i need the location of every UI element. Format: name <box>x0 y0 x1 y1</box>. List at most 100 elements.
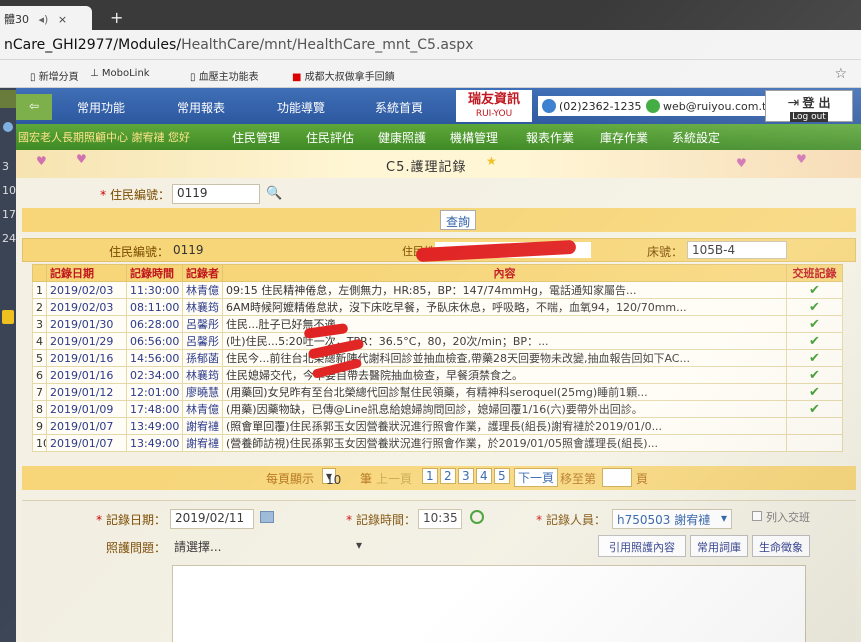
page-banner: ♥ ♥ C5.護理記錄 ★ ♥ ♥ <box>16 150 861 178</box>
back-arrow-icon[interactable]: ⇦ <box>16 94 52 120</box>
nav-home[interactable]: 系統首頁 <box>354 94 444 120</box>
header-time[interactable]: 記錄時間 <box>126 264 183 282</box>
bookmark-star-icon[interactable]: ☆ <box>834 66 847 82</box>
search-icon[interactable]: 🔍 <box>266 186 282 201</box>
page-icon: ▯ <box>30 72 39 83</box>
info-bed-label: 床號： <box>646 245 683 259</box>
per-page-unit: 筆 <box>360 472 373 486</box>
url-text[interactable]: nCare_GHI2977/Modules/HealthCare/mnt/Hea… <box>4 37 473 53</box>
menu-system-settings[interactable]: 系統設定 <box>672 129 720 146</box>
row-content[interactable]: (用藥回)女兒昨有至台北榮總代回診幫住民領藥，有精神科seroquel(25mg… <box>222 383 787 401</box>
nursing-records-table: 記錄日期 記錄時間 記錄者 內容 交班記錄 1 2019/02/03 11:30:0… <box>32 264 843 452</box>
table-row[interactable]: 2 2019/02/03 08:11:00 林襄筠 6AM時候阿嬤精倦怠狀，沒下床吃早餐… <box>32 298 843 316</box>
header-handover[interactable]: 交班記錄 <box>786 264 843 282</box>
menu-health-care[interactable]: 健康照護 <box>378 129 426 146</box>
nav-common-reports[interactable]: 常用報表 <box>156 94 246 120</box>
menu-reports[interactable]: 報表作業 <box>526 129 574 146</box>
goto-page-input[interactable] <box>602 468 632 487</box>
query-button[interactable]: 查詢 <box>440 210 476 230</box>
row-content[interactable]: 6AM時候阿嬤精倦怠狀，沒下床吃早餐，予臥床休息，呼吸略，不喘，血氧94，120… <box>222 298 787 316</box>
bookmark-video[interactable]: ■ 成都大叔做拿手回饋 <box>292 68 395 83</box>
contact-web[interactable]: web@ruiyou.com.tw <box>642 96 780 116</box>
row-content[interactable]: (營養師訪視)住民孫郭玉女因營養狀況進行照會作業，於2019/01/05照會護理… <box>222 434 787 452</box>
page-1-button[interactable]: 1 <box>422 468 438 484</box>
nav-common-functions[interactable]: 常用功能 <box>56 94 146 120</box>
page-5-button[interactable]: 5 <box>494 468 510 484</box>
bookmark-bp-menu[interactable]: ▯ 血壓主功能表 <box>190 68 259 83</box>
row-recorder: 呂馨彤 <box>182 332 223 350</box>
row-content[interactable]: 住民媳婦交代，今早要自帶去醫院抽血檢查，早餐須禁食之。 <box>222 366 787 384</box>
per-page-select[interactable]: 10 ▾ <box>322 468 341 487</box>
row-content[interactable]: (用藥)因藥物缺，已傳@Line訊息給媳婦詢問回診，媳婦回覆1/16(六)要帶外… <box>222 400 787 418</box>
calendar-day[interactable]: 24 <box>0 232 16 245</box>
star-icon: ★ <box>486 154 497 168</box>
entry-date-input[interactable]: 2019/02/11 <box>170 509 254 529</box>
calendar-day[interactable]: 17 <box>0 208 16 221</box>
header-content[interactable]: 內容 <box>222 264 787 282</box>
bookmark-new-tab[interactable]: ▯ 新增分頁 <box>30 68 79 83</box>
table-row[interactable]: 8 2019/01/09 17:48:00 林青億 (用藥)因藥物缺，已傳@Line訊息… <box>32 400 843 418</box>
page-3-button[interactable]: 3 <box>458 468 474 484</box>
quote-care-content-button[interactable]: 引用照護內容 <box>598 535 686 557</box>
row-handover-check: ✔ <box>786 349 843 367</box>
pagination-bar: 每頁顯示 10 ▾ 筆 上一頁 1 2 3 4 5 下一頁 移至第 頁 <box>22 466 856 490</box>
row-content[interactable]: 住民今...前往台北榮總新陳代謝科回診並抽血檢查,帶藥28天回要物未改變,抽血報… <box>222 349 787 367</box>
page-4-button[interactable]: 4 <box>476 468 492 484</box>
row-date: 2019/01/30 <box>46 315 127 333</box>
handover-checkbox[interactable] <box>752 511 762 521</box>
menu-inventory[interactable]: 庫存作業 <box>600 129 648 146</box>
record-content-textarea[interactable] <box>172 565 806 642</box>
prev-page-button[interactable]: 上一頁 <box>376 470 412 487</box>
row-time: 12:01:00 <box>126 383 183 401</box>
menu-resident-management[interactable]: 住民管理 <box>232 129 280 146</box>
menu-institution-management[interactable]: 機構管理 <box>450 129 498 146</box>
header-recorder[interactable]: 記錄者 <box>182 264 223 282</box>
address-bar[interactable]: nCare_GHI2977/Modules/HealthCare/mnt/Hea… <box>0 30 861 60</box>
bookmark-mobolink[interactable]: ⊥ MoboLink <box>90 68 150 79</box>
next-page-button[interactable]: 下一頁 <box>514 468 559 487</box>
new-tab-button[interactable]: + <box>110 8 123 27</box>
browser-tab[interactable]: 體30 ◂) × <box>0 6 92 30</box>
clock-icon[interactable] <box>470 510 484 524</box>
header-date[interactable]: 記錄日期 <box>46 264 127 282</box>
calendar-day[interactable]: 10 <box>0 184 16 197</box>
info-bed-value: 105B-4 <box>687 241 787 259</box>
table-row[interactable]: 6 2019/01/16 02:34:00 林襄筠 住民媳婦交代，今早要自帶去醫院抽血檢… <box>32 366 843 384</box>
row-index: 3 <box>32 315 47 333</box>
resident-id-input[interactable]: 0119 <box>172 184 260 204</box>
row-content[interactable]: (照會單回覆)住民孫郭玉女因營養狀況進行照會作業，護理長(組長)謝宥褳於2019… <box>222 417 787 435</box>
row-content[interactable]: 09:15 住民精神倦怠，左側無力，HR:85，BP：147/74mmHg，電話… <box>222 281 787 299</box>
page-2-button[interactable]: 2 <box>440 468 456 484</box>
table-row[interactable]: 9 2019/01/07 13:49:00 謝宥褳 (照會單回覆)住民孫郭玉女因營養狀況… <box>32 417 843 435</box>
logout-button[interactable]: ⇥ 登 出 Log out <box>765 90 853 122</box>
table-row[interactable]: 1 2019/02/03 11:30:00 林青億 09:15 住民精神倦怠，左側無力，… <box>32 281 843 299</box>
menu-resident-assessment[interactable]: 住民評估 <box>306 129 354 146</box>
strip-dot-icon[interactable] <box>3 122 13 132</box>
url-rest: HealthCare/mnt/HealthCare_mnt_C5.aspx <box>181 37 474 53</box>
care-problem-select[interactable]: 請選擇... ▾ <box>170 537 370 557</box>
table-row[interactable]: 3 2019/01/30 06:28:00 呂馨彤 住民...肚子已好無不適。 ✔ <box>32 315 843 333</box>
table-row[interactable]: 4 2019/01/29 06:56:00 呂馨彤 (吐)住民...5:20吐一次，TP… <box>32 332 843 350</box>
row-time: 06:28:00 <box>126 315 183 333</box>
table-row[interactable]: 7 2019/01/12 12:01:00 廖曉慧 (用藥回)女兒昨有至台北榮總代回診幫… <box>32 383 843 401</box>
row-handover-check <box>786 434 843 452</box>
vital-signs-button[interactable]: 生命徵象 <box>752 535 810 557</box>
app-container: ⇦ 常用功能 常用報表 功能導覽 系統首頁 瑞友資訊 RUI-YOU (02)2… <box>16 88 861 642</box>
row-time: 17:48:00 <box>126 400 183 418</box>
calendar-icon[interactable] <box>260 511 274 523</box>
row-time: 11:30:00 <box>126 281 183 299</box>
strip-icon[interactable] <box>0 90 16 108</box>
nav-function-guide[interactable]: 功能導覽 <box>256 94 346 120</box>
row-date: 2019/02/03 <box>46 281 127 299</box>
table-row[interactable]: 5 2019/01/16 14:56:00 孫郁菡 住民今...前往台北榮總新陳代謝科回… <box>32 349 843 367</box>
entry-time-label: * 記錄時間： <box>346 513 416 527</box>
entry-staff-select[interactable]: h750503 謝宥褳 ▾ <box>612 509 732 529</box>
common-phrases-button[interactable]: 常用詞庫 <box>690 535 748 557</box>
lock-icon[interactable] <box>2 310 14 324</box>
tab-close-icon[interactable]: × <box>58 13 67 26</box>
calendar-day[interactable]: 3 <box>0 160 16 173</box>
entry-time-input[interactable]: 10:35 <box>418 509 462 529</box>
tab-mute-icon[interactable]: ◂) <box>39 13 49 26</box>
row-index: 1 <box>32 281 47 299</box>
table-row[interactable]: 102019/01/0713:49:00謝宥褳(營養師訪視)住民孫郭玉女因營養狀… <box>32 434 843 452</box>
